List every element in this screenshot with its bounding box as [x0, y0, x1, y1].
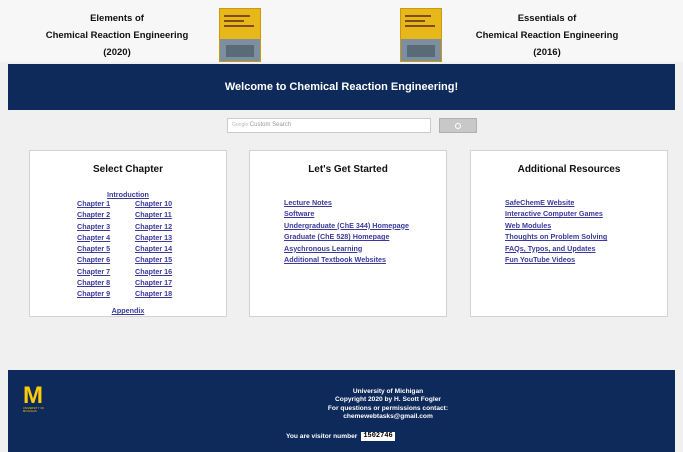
footer: M UNIVERSITY OF MICHIGAN University of M…: [8, 370, 675, 452]
get-started-panel: Let's Get Started Lecture Notes Software…: [249, 150, 447, 317]
visitor-label: You are visitor number: [286, 433, 358, 440]
google-label: Google: [232, 122, 249, 128]
footer-university: University of Michigan: [352, 388, 424, 395]
select-chapter-panel: Select Chapter Introduction Chapter 1 Ch…: [29, 150, 227, 317]
search-icon: [455, 122, 461, 129]
textbook-websites-link[interactable]: Additional Textbook Websites: [284, 254, 409, 265]
faqs-link[interactable]: FAQs, Typos, and Updates: [505, 243, 607, 254]
chapter-link[interactable]: Chapter 15: [135, 255, 197, 266]
essentials-book-cover[interactable]: [400, 8, 442, 62]
elements-book-cover[interactable]: [219, 8, 261, 62]
search-button[interactable]: [439, 118, 477, 133]
problem-solving-link[interactable]: Thoughts on Problem Solving: [505, 231, 607, 242]
chapter-link[interactable]: Chapter 16: [135, 267, 197, 278]
additional-resources-heading: Additional Resources: [517, 164, 621, 175]
top-header: Elements of Chemical Reaction Engineerin…: [0, 0, 683, 62]
graduate-homepage-link[interactable]: Graduate (ChE 528) Homepage: [284, 231, 409, 242]
chapter-link[interactable]: Chapter 12: [135, 222, 197, 233]
software-link[interactable]: Software: [284, 208, 409, 219]
chapter-link[interactable]: Chapter 7: [77, 267, 135, 278]
elements-book-title[interactable]: Elements of Chemical Reaction Engineerin…: [32, 10, 202, 61]
lecture-notes-link[interactable]: Lecture Notes: [284, 197, 409, 208]
youtube-videos-link[interactable]: Fun YouTube Videos: [505, 254, 607, 265]
welcome-banner: Welcome to Chemical Reaction Engineering…: [8, 64, 675, 110]
chapter-link[interactable]: Chapter 1: [77, 199, 135, 210]
asynchronous-learning-link[interactable]: Asychronous Learning: [284, 243, 409, 254]
chapter-link[interactable]: Chapter 14: [135, 244, 197, 255]
chapter-link[interactable]: Chapter 10: [135, 199, 197, 210]
chapter-link[interactable]: Chapter 6: [77, 255, 135, 266]
resources-links: SafeChemE Website Interactive Computer G…: [505, 197, 607, 265]
safecheme-link[interactable]: SafeChemE Website: [505, 197, 607, 208]
get-started-links: Lecture Notes Software Undergraduate (Ch…: [284, 197, 409, 265]
chapter-link[interactable]: Chapter 8: [77, 278, 135, 289]
chapter-link[interactable]: Chapter 13: [135, 233, 197, 244]
chapter-link[interactable]: Chapter 11: [135, 210, 197, 221]
search-input[interactable]: Google Custom Search: [227, 118, 431, 133]
computer-games-link[interactable]: Interactive Computer Games: [505, 208, 607, 219]
chapter-link[interactable]: Chapter 18: [135, 289, 197, 300]
chapter-link[interactable]: Chapter 9: [77, 289, 135, 300]
appendix-link[interactable]: Appendix: [112, 306, 145, 315]
essentials-book-title[interactable]: Essentials of Chemical Reaction Engineer…: [462, 10, 632, 61]
undergraduate-homepage-link[interactable]: Undergraduate (ChE 344) Homepage: [284, 220, 409, 231]
visitor-count: 1502746: [361, 432, 395, 441]
chapter-link[interactable]: Chapter 5: [77, 244, 135, 255]
search-placeholder: Custom Search: [249, 122, 292, 128]
web-modules-link[interactable]: Web Modules: [505, 220, 607, 231]
university-logo[interactable]: M UNIVERSITY OF MICHIGAN: [23, 382, 49, 414]
footer-info: University of Michigan Copyright 2020 by…: [268, 388, 508, 422]
introduction-link[interactable]: Introduction: [107, 190, 149, 199]
block-m-logo: M: [23, 382, 43, 409]
footer-copyright: Copyright 2020 by H. Scott Fogler: [335, 396, 441, 404]
page-title: Welcome to Chemical Reaction Engineering…: [224, 81, 459, 93]
select-chapter-heading: Select Chapter: [92, 164, 164, 175]
chapter-link[interactable]: Chapter 3: [77, 222, 135, 233]
chapter-list: Chapter 1 Chapter 10 Chapter 2 Chapter 1…: [77, 199, 197, 301]
footer-email[interactable]: chemewebtasks@gmail.com: [268, 413, 508, 421]
chapter-link[interactable]: Chapter 4: [77, 233, 135, 244]
chapter-link[interactable]: Chapter 2: [77, 210, 135, 221]
logo-subtext: UNIVERSITY OF MICHIGAN: [23, 407, 45, 413]
chapter-link[interactable]: Chapter 17: [135, 278, 197, 289]
footer-contact-label: For questions or permissions contact:: [327, 404, 449, 412]
visitor-counter: You are visitor number 1502746: [286, 432, 395, 441]
get-started-heading: Let's Get Started: [308, 164, 388, 175]
additional-resources-panel: Additional Resources SafeChemE Website I…: [470, 150, 668, 317]
